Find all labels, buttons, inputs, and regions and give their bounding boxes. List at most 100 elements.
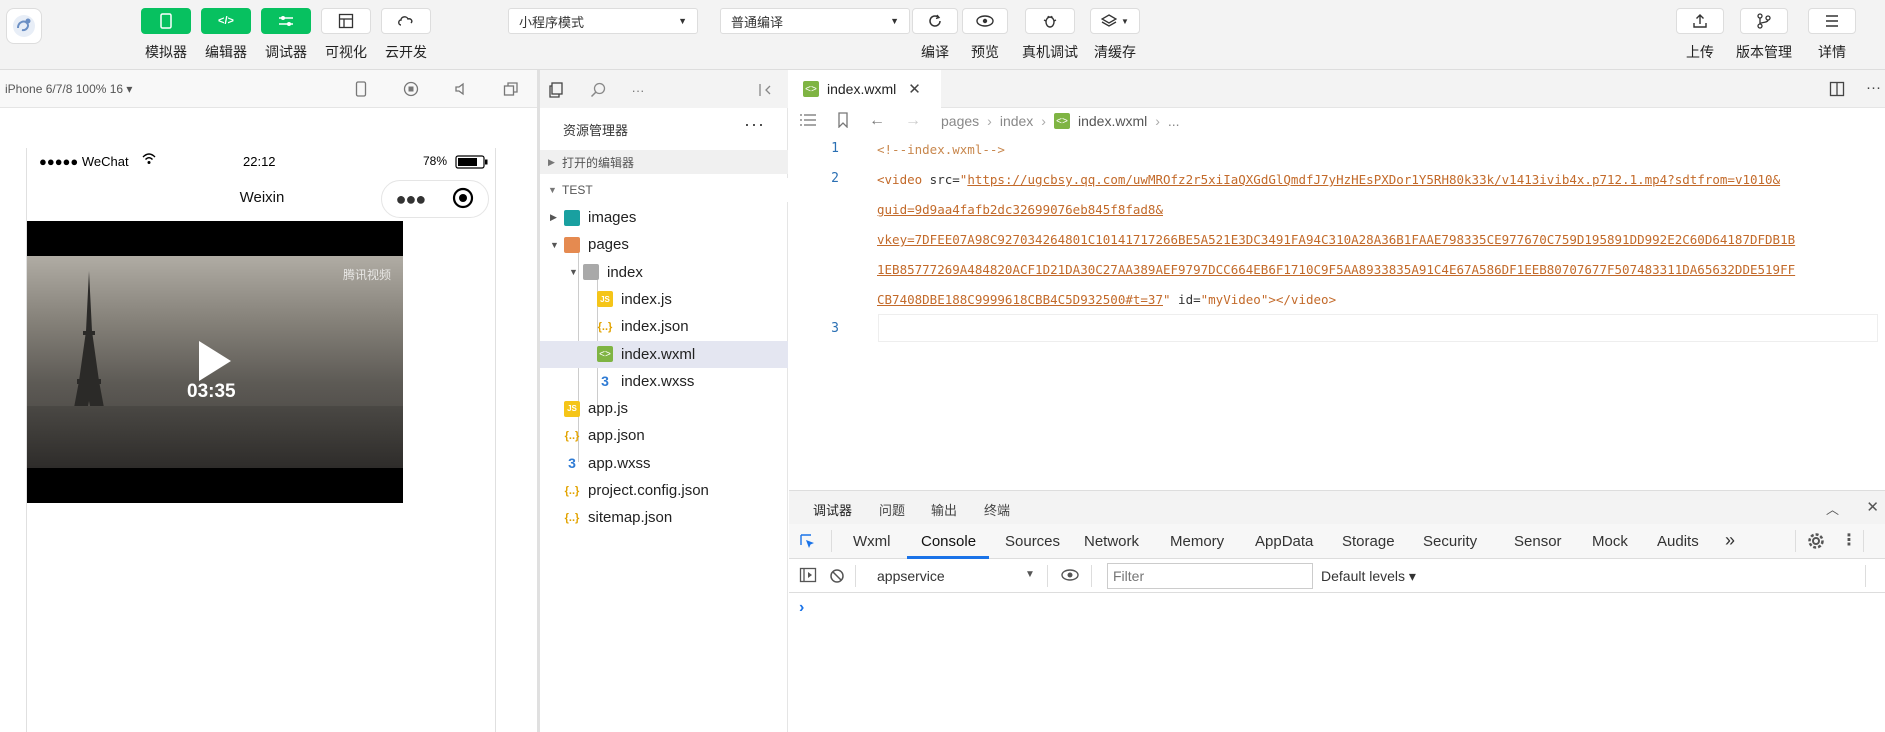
code-url[interactable]: guid=9d9aa4fafb2dc32699076eb845f8fad8& <box>877 202 1163 217</box>
tab-security[interactable]: Security <box>1423 533 1477 550</box>
code-url[interactable]: CB7408DBE188C9999618CBB4C5D932500#t=37 <box>877 292 1163 307</box>
tree-item[interactable]: {..} project.config.json <box>540 477 788 504</box>
more-dots-icon[interactable]: ●●● <box>396 189 427 210</box>
sidebar-toggle-icon[interactable] <box>799 567 817 586</box>
breadcrumb-index[interactable]: index <box>1000 113 1033 129</box>
tab-memory[interactable]: Memory <box>1170 533 1224 550</box>
simulator-button[interactable] <box>141 8 191 34</box>
files-icon[interactable] <box>546 80 566 100</box>
split-editor-icon[interactable] <box>1829 81 1845 100</box>
tab-problems[interactable]: 问题 <box>879 500 905 519</box>
kebab-menu-icon[interactable]: ⋮ <box>1841 530 1857 550</box>
chevron-down-icon[interactable]: ▼ <box>569 267 583 277</box>
visual-button[interactable] <box>321 8 371 34</box>
console-output[interactable]: › <box>789 593 1885 732</box>
project-section[interactable]: ▼ TEST <box>540 178 788 202</box>
phone-rotate-icon[interactable] <box>352 80 370 98</box>
eye-icon[interactable] <box>1061 568 1079 585</box>
carrier-label: ●●●●● WeChat <box>39 154 129 169</box>
bookmark-icon[interactable] <box>837 111 849 131</box>
upload-button[interactable] <box>1676 8 1724 34</box>
more-tabs-icon[interactable]: » <box>1725 530 1735 551</box>
tab-network[interactable]: Network <box>1084 533 1139 550</box>
tree-item[interactable]: {..} sitemap.json <box>540 504 788 531</box>
volume-icon[interactable] <box>452 80 470 98</box>
forward-arrow-icon[interactable]: → <box>905 112 921 130</box>
code-url[interactable]: 1EB85777269A484820ACF1D21DA30C27AA389AEF… <box>877 262 1795 277</box>
context-select[interactable]: appservice <box>877 568 945 584</box>
clock-label: 22:12 <box>243 154 276 169</box>
play-icon[interactable] <box>199 341 231 381</box>
outline-icon[interactable] <box>799 113 817 130</box>
tab-wxml[interactable]: Wxml <box>853 533 891 550</box>
video-player[interactable]: 03:35 腾讯视频 <box>27 221 403 503</box>
close-icon[interactable]: ✕ <box>908 80 921 98</box>
more-icon[interactable]: ··· <box>628 80 648 100</box>
clear-cache-button[interactable]: ▼ <box>1090 8 1140 34</box>
device-select[interactable]: iPhone 6/7/8 100% 16 ▾ <box>5 82 132 96</box>
filter-input[interactable] <box>1107 563 1313 589</box>
debugger-button[interactable] <box>261 8 311 34</box>
mode-select[interactable]: 小程序模式 ▼ <box>508 8 698 34</box>
editor-tab-index-wxml[interactable]: <> index.wxml ✕ <box>789 70 941 108</box>
tree-item[interactable]: {..} index.json <box>540 313 788 340</box>
tree-item[interactable]: <> index.wxml <box>540 340 788 368</box>
tree-item[interactable]: {..} app.json <box>540 422 788 449</box>
code-line-2-wrap: 1EB85777269A484820ACF1D21DA30C27AA389AEF… <box>877 262 1795 277</box>
tree-item[interactable]: ▼ index <box>540 259 788 286</box>
tab-output[interactable]: 输出 <box>931 500 957 519</box>
inspect-element-icon[interactable] <box>799 533 817 554</box>
details-button[interactable] <box>1808 8 1856 34</box>
breadcrumb-pages[interactable]: pages <box>941 113 979 129</box>
tree-item[interactable]: JS app.js <box>540 395 788 422</box>
chevron-right-icon[interactable]: ▶ <box>550 212 564 223</box>
caret-down-icon[interactable]: ▼ <box>1025 569 1035 580</box>
log-levels-select[interactable]: Default levels ▾ <box>1321 568 1416 585</box>
tab-terminal[interactable]: 终端 <box>984 500 1010 519</box>
version-control-button[interactable] <box>1740 8 1788 34</box>
back-arrow-icon[interactable]: ← <box>869 112 885 130</box>
record-icon[interactable] <box>402 80 420 98</box>
breadcrumb-more[interactable]: ... <box>1168 113 1180 129</box>
search-icon[interactable] <box>588 80 608 100</box>
chevron-down-icon[interactable]: ▼ <box>550 240 564 250</box>
close-mini-program-icon[interactable] <box>452 187 474 212</box>
open-editors-section[interactable]: ▶ 打开的编辑器 <box>540 150 788 174</box>
tab-appdata[interactable]: AppData <box>1255 533 1313 550</box>
tab-sources[interactable]: Sources <box>1005 533 1060 550</box>
code-editor[interactable]: 1 2 3 <!--index.wxml--> <video src="http… <box>789 136 1885 490</box>
tab-mock[interactable]: Mock <box>1592 533 1628 550</box>
clear-console-icon[interactable] <box>829 568 845 587</box>
code-url[interactable]: https://ugcbsy.qq.com/uwMROfz2r5xiIaQXGd… <box>967 172 1780 187</box>
tab-console[interactable]: Console <box>921 533 976 550</box>
version-control-label: 版本管理 <box>1736 44 1792 60</box>
chevron-up-icon[interactable]: ︿ <box>1826 499 1839 518</box>
tree-item[interactable]: ▶ images <box>540 204 788 231</box>
tree-item[interactable]: 3 index.wxss <box>540 368 788 395</box>
gear-icon[interactable] <box>1807 532 1825 553</box>
tree-item[interactable]: 3 app.wxss <box>540 450 788 477</box>
tab-audits[interactable]: Audits <box>1657 533 1699 550</box>
explorer-more-icon[interactable]: ··· <box>744 114 765 135</box>
collapse-panel-icon[interactable] <box>756 80 776 100</box>
capsule-menu[interactable]: ●●● <box>381 180 489 218</box>
code-line-2-wrap: vkey=7DFEE07A98C927034264801C10141717266… <box>877 232 1795 247</box>
tree-item-label: index.json <box>621 318 689 336</box>
tab-sensor[interactable]: Sensor <box>1514 533 1562 550</box>
cloud-dev-button[interactable] <box>381 8 431 34</box>
breadcrumb-file[interactable]: index.wxml <box>1078 113 1147 129</box>
editor-button[interactable]: </> <box>201 8 251 34</box>
close-icon[interactable]: ✕ <box>1866 498 1879 516</box>
multi-window-icon[interactable] <box>502 80 520 98</box>
preview-button[interactable] <box>962 8 1008 34</box>
explorer-title: 资源管理器 <box>563 123 629 138</box>
tab-debugger[interactable]: 调试器 <box>813 500 853 527</box>
compile-select[interactable]: 普通编译 ▼ <box>720 8 910 34</box>
code-url[interactable]: vkey=7DFEE07A98C927034264801C10141717266… <box>877 232 1795 247</box>
compile-button[interactable] <box>912 8 958 34</box>
tree-item[interactable]: ▼ pages <box>540 231 788 258</box>
remote-debug-button[interactable] <box>1025 8 1075 34</box>
tree-item[interactable]: JS index.js <box>540 286 788 313</box>
editor-more-icon[interactable]: ··· <box>1866 79 1881 96</box>
tab-storage[interactable]: Storage <box>1342 533 1395 550</box>
